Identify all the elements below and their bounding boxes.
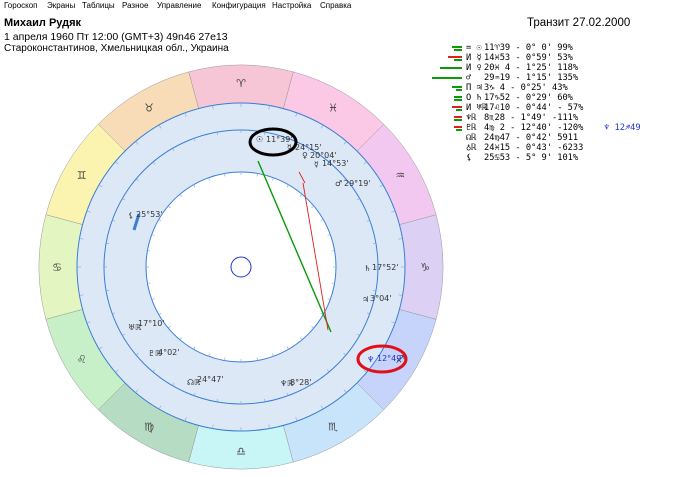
gemini-icon: ♊ [77, 169, 87, 182]
jupiter-label: 3°04' [370, 294, 391, 303]
inner-circle [145, 171, 337, 363]
mars-glyph: ♂ [335, 179, 342, 188]
sun-glyph: ☉ [256, 135, 263, 144]
scorpio-icon: ♏ [328, 420, 338, 433]
leo-icon: ♌ [77, 353, 87, 366]
saturn-glyph: ♄ [364, 264, 371, 273]
cancer-icon: ♋ [52, 261, 62, 274]
libra-icon: ♎ [236, 445, 246, 458]
mars-label: 29°19' [344, 179, 371, 188]
natal-chart-wheel: ♈♉♊♋♌♍♎♏♐♑♒♓ ☉ 11°39' ☿ 24°15' ♀ 20°04' … [38, 64, 444, 470]
uranus-label: 17°10' [138, 319, 165, 328]
aquarius-icon: ♒ [395, 169, 405, 182]
mercury2-glyph: ☿ [314, 160, 319, 169]
transit-neptune-glyph: ♆ [367, 355, 374, 364]
mercury2-label: 14°53' [322, 159, 349, 168]
node-label: 24°47' [197, 375, 224, 384]
neptune-label: 8°28' [290, 378, 311, 387]
transit-neptune-label: 12°49' [377, 354, 404, 363]
saturn-label: 17°52' [372, 263, 399, 272]
jupiter-glyph: ♃ [362, 295, 369, 304]
venus-glyph: ♀ [302, 151, 308, 160]
lilith-glyph: ⚸ [128, 211, 134, 220]
aries-icon: ♈ [236, 77, 246, 90]
capricorn-icon: ♑ [420, 261, 430, 274]
lilith-label: 25°53' [136, 210, 163, 219]
taurus-icon: ♉ [144, 102, 154, 115]
pisces-icon: ♓ [328, 102, 338, 115]
pluto-label: 4°02' [158, 348, 179, 357]
virgo-icon: ♍ [144, 420, 154, 433]
